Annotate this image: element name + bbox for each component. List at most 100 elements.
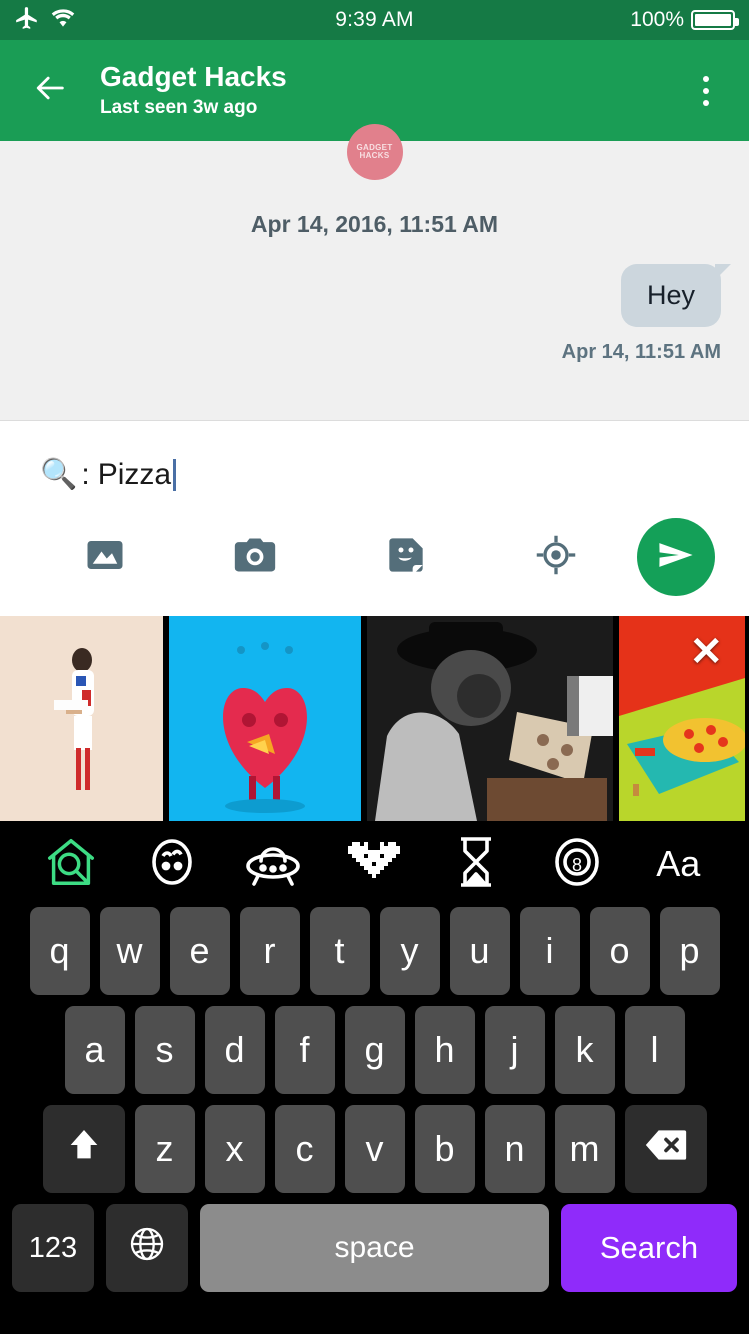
- key-z[interactable]: z: [134, 1105, 195, 1193]
- avatar[interactable]: GADGET HACKS: [346, 124, 403, 180]
- gif-1-art: [52, 640, 112, 800]
- gif-search-home-icon: [41, 833, 101, 896]
- contact-status: Last seen 3w ago: [100, 96, 258, 118]
- shift-key[interactable]: [42, 1105, 125, 1193]
- key-q[interactable]: q: [29, 907, 90, 995]
- key-c[interactable]: c: [274, 1105, 335, 1193]
- page-title: Gadget Hacks: [100, 61, 287, 93]
- keyboard-row-4: 123 space Search: [6, 1204, 743, 1292]
- eight-ball-icon: 8: [551, 836, 603, 893]
- keyboard: 8 Aa q w e r t y u i o p a s d f g h j k…: [0, 821, 749, 1334]
- gif-4-art: [619, 616, 745, 821]
- camera-icon: [233, 534, 277, 581]
- eight-ball-button[interactable]: 8: [526, 836, 627, 893]
- key-w[interactable]: w: [99, 907, 160, 995]
- keyboard-rows: q w e r t y u i o p a s d f g h j k l z …: [0, 907, 749, 1292]
- sticker-button[interactable]: [331, 534, 481, 581]
- pixel-heart-button[interactable]: [324, 838, 425, 891]
- key-n[interactable]: n: [484, 1105, 545, 1193]
- gif-search-home-button[interactable]: [20, 833, 121, 896]
- overflow-menu-icon: [703, 75, 709, 82]
- send-button[interactable]: [637, 518, 715, 596]
- location-button[interactable]: [481, 533, 631, 582]
- gallery-button[interactable]: [30, 534, 180, 581]
- key-k[interactable]: k: [554, 1006, 615, 1094]
- hourglass-icon: [455, 835, 497, 894]
- message-bubble[interactable]: Hey: [620, 264, 732, 327]
- status-bar: 9:39 AM 100%: [0, 0, 749, 40]
- text-cursor: [173, 458, 177, 491]
- close-icon[interactable]: ✕: [689, 632, 723, 672]
- back-button[interactable]: [18, 71, 84, 110]
- key-h[interactable]: h: [414, 1006, 475, 1094]
- phone-screen: 9:39 AM 100% Gadget Hacks Last seen 3w a…: [0, 0, 749, 1334]
- status-bar-right: 100%: [630, 8, 739, 32]
- key-f[interactable]: f: [274, 1006, 335, 1094]
- text-button[interactable]: Aa: [628, 843, 729, 885]
- keyboard-toolbar: 8 Aa: [0, 821, 749, 907]
- battery-percent-label: 100%: [630, 8, 684, 31]
- text-icon: Aa: [656, 843, 701, 884]
- key-y[interactable]: y: [379, 907, 440, 995]
- numbers-key[interactable]: 123: [12, 1204, 94, 1292]
- attachment-row: [0, 518, 749, 596]
- globe-key[interactable]: [106, 1204, 188, 1292]
- sticker-icon: [386, 534, 426, 581]
- key-r[interactable]: r: [239, 907, 300, 995]
- back-arrow-icon: [30, 71, 72, 110]
- location-icon: [534, 533, 578, 582]
- key-g[interactable]: g: [344, 1006, 405, 1094]
- message-row: Hey: [0, 264, 749, 327]
- key-x[interactable]: x: [204, 1105, 265, 1193]
- key-d[interactable]: d: [204, 1006, 265, 1094]
- space-key[interactable]: space: [200, 1204, 549, 1292]
- key-a[interactable]: a: [64, 1006, 125, 1094]
- key-j[interactable]: j: [484, 1006, 545, 1094]
- key-m[interactable]: m: [554, 1105, 615, 1193]
- gif-results-strip[interactable]: ✕: [0, 616, 749, 821]
- keyboard-row-2: a s d f g h j k l: [6, 1006, 743, 1094]
- hourglass-button[interactable]: [425, 835, 526, 894]
- ufo-button[interactable]: [223, 836, 324, 893]
- smiley-icon: [146, 836, 198, 893]
- gif-result-2[interactable]: [169, 616, 361, 821]
- key-u[interactable]: u: [449, 907, 510, 995]
- gif-3-art: [367, 616, 613, 821]
- shift-icon: [64, 1125, 104, 1174]
- gif-result-3[interactable]: [367, 616, 613, 821]
- smiley-button[interactable]: [121, 836, 222, 893]
- send-icon: [655, 534, 697, 581]
- gallery-icon: [84, 534, 126, 581]
- gif-result-4[interactable]: ✕: [619, 616, 745, 821]
- globe-icon: [127, 1224, 167, 1273]
- keyboard-row-1: q w e r t y u i o p: [6, 907, 743, 995]
- ufo-icon: [242, 836, 304, 893]
- battery-full-icon: [691, 10, 739, 30]
- composer-prefix: :: [81, 457, 90, 491]
- key-b[interactable]: b: [414, 1105, 475, 1193]
- search-icon: 🔍: [40, 458, 78, 491]
- overflow-menu-button[interactable]: [681, 75, 731, 106]
- key-o[interactable]: o: [589, 907, 650, 995]
- backspace-key[interactable]: [624, 1105, 707, 1193]
- gif-result-1[interactable]: [0, 616, 163, 821]
- key-s[interactable]: s: [134, 1006, 195, 1094]
- avatar-line-2: HACKS: [359, 151, 390, 160]
- key-l[interactable]: l: [624, 1006, 685, 1094]
- search-key[interactable]: Search: [561, 1204, 737, 1292]
- key-t[interactable]: t: [309, 907, 370, 995]
- key-p[interactable]: p: [659, 907, 720, 995]
- message-timestamp: Apr 14, 11:51 AM: [561, 341, 721, 363]
- key-e[interactable]: e: [169, 907, 230, 995]
- conversation-list[interactable]: GADGET HACKS Apr 14, 2016, 11:51 AM Hey …: [0, 124, 749, 421]
- composer: 🔍 : Pizza: [0, 421, 749, 616]
- key-i[interactable]: i: [519, 907, 580, 995]
- backspace-icon: [644, 1127, 688, 1172]
- pixel-heart-icon: [348, 838, 401, 891]
- camera-button[interactable]: [180, 534, 330, 581]
- app-bar-titles[interactable]: Gadget Hacks Last seen 3w ago: [84, 62, 681, 118]
- message-input[interactable]: 🔍 : Pizza: [0, 421, 749, 492]
- key-v[interactable]: v: [344, 1105, 405, 1193]
- keyboard-row-3: z x c v b n m: [6, 1105, 743, 1193]
- composer-value: Pizza: [97, 457, 172, 491]
